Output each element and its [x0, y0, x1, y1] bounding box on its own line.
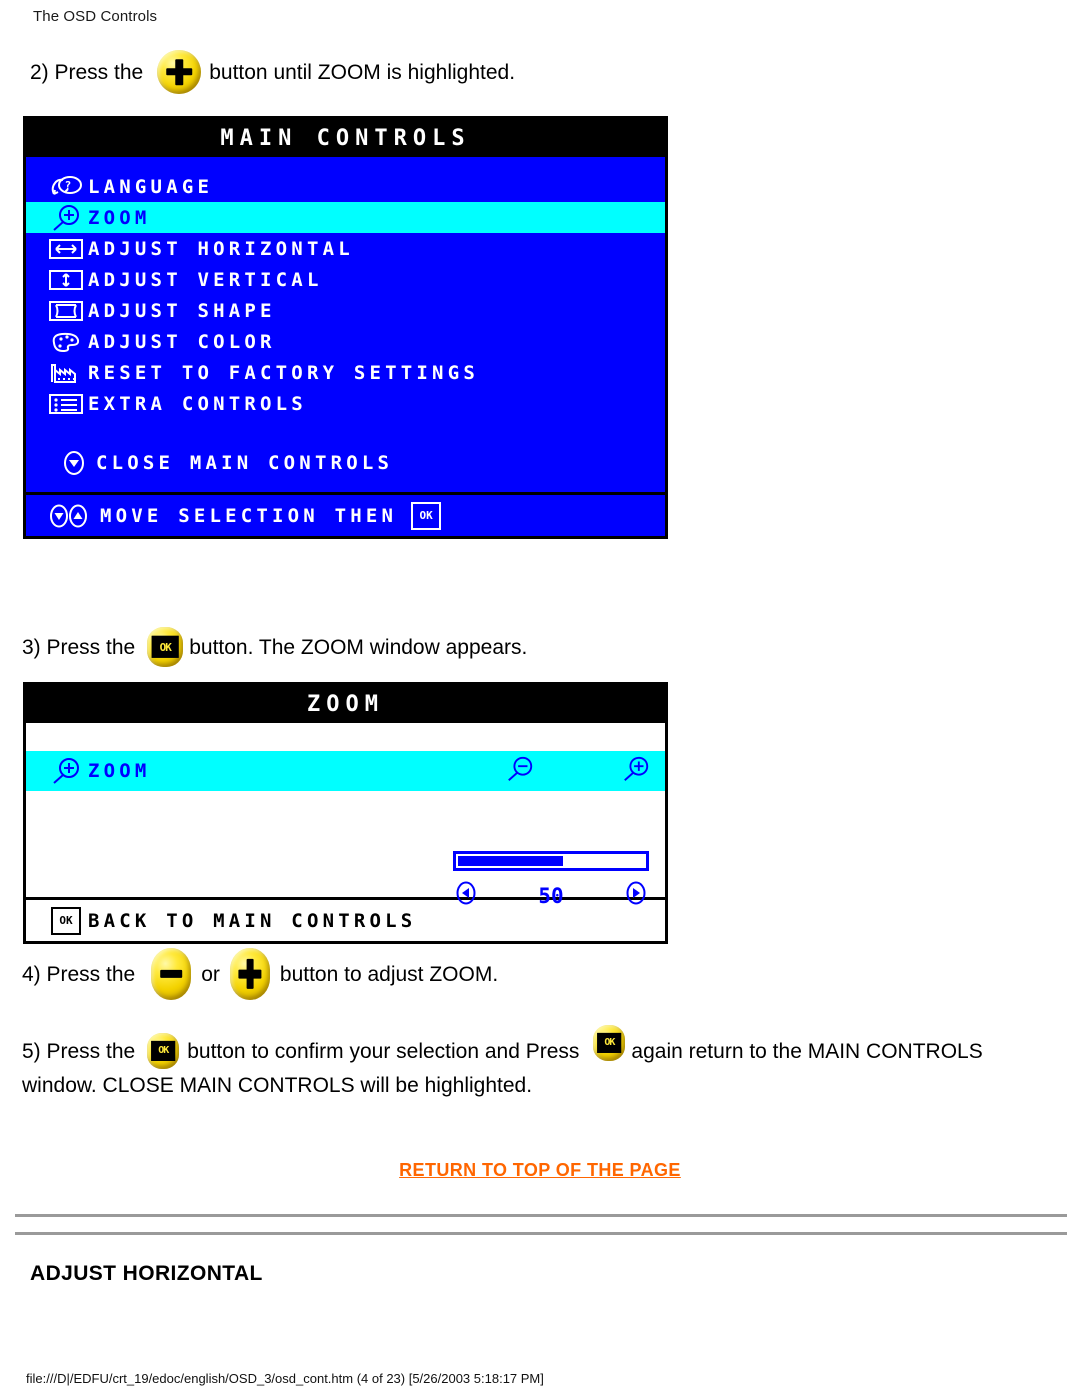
- magnifier-minus-icon[interactable]: [505, 755, 535, 788]
- page-header: The OSD Controls: [33, 8, 158, 25]
- ok-glyph: OK: [151, 635, 179, 659]
- step-2-prefix: 2) Press the: [30, 60, 144, 84]
- main-controls-osd-panel: MAIN CONTROLS ? LANGUAGE ZOOM ADJUST HOR…: [23, 116, 668, 539]
- step-5-middle: button to confirm your selection and Pre…: [187, 1039, 580, 1063]
- menu-item-reset-to-factory-settings[interactable]: RESET TO FACTORY SETTINGS: [26, 357, 665, 388]
- ok-glyph: OK: [597, 1032, 622, 1054]
- zoom-row-label: ZOOM: [88, 760, 151, 782]
- zoom-slider-values: 50: [453, 879, 649, 912]
- zoom-window-title: ZOOM: [26, 685, 665, 723]
- minus-button-icon[interactable]: [151, 948, 192, 1000]
- main-controls-title: MAIN CONTROLS: [26, 119, 665, 157]
- menu-item-extra-controls[interactable]: EXTRA CONTROLS: [26, 388, 665, 419]
- main-controls-footer-hint: MOVE SELECTION THEN OK: [26, 492, 665, 536]
- zoom-increase-arrow-icon[interactable]: [623, 879, 649, 912]
- step-3-suffix: button. The ZOOM window appears.: [189, 635, 528, 659]
- zoom-magnifier-plus-icon: [44, 204, 88, 232]
- menu-item-label: ADJUST SHAPE: [88, 299, 276, 322]
- divider-top: [15, 1214, 1067, 1217]
- menu-item-zoom[interactable]: ZOOM: [26, 202, 665, 233]
- zoom-osd-panel: ZOOM ZOOM 50 OK BACK TO MAIN CONTROLS: [23, 682, 668, 944]
- footer-hint-label: MOVE SELECTION THEN: [100, 504, 398, 527]
- main-controls-body: ? LANGUAGE ZOOM ADJUST HORIZONTAL ADJUST…: [26, 157, 665, 492]
- plus-button-icon[interactable]: [157, 50, 202, 94]
- factory-icon: [44, 361, 88, 385]
- zoom-control-row[interactable]: ZOOM: [26, 751, 665, 791]
- step-4-instruction: 4) Press the or button to adjust ZOOM.: [22, 948, 498, 1000]
- step-4-middle: or: [201, 962, 220, 986]
- step-5-suffix: again return to the MAIN CONTROLS: [631, 1039, 983, 1063]
- step-4-prefix: 4) Press the: [22, 962, 136, 986]
- zoom-magnifier-plus-icon: [44, 757, 88, 785]
- zoom-value: 50: [538, 883, 564, 908]
- ok-button-icon[interactable]: OK: [147, 1033, 180, 1069]
- step-5-line2: window. CLOSE MAIN CONTROLS will be high…: [22, 1074, 533, 1097]
- palette-icon: [44, 330, 88, 354]
- zoom-row-adjust-icons: [505, 751, 651, 791]
- menu-item-adjust-color[interactable]: ADJUST COLOR: [26, 326, 665, 357]
- plus-button-icon[interactable]: [229, 948, 270, 1000]
- ok-button-icon[interactable]: OK: [147, 627, 184, 667]
- menu-item-label: ADJUST COLOR: [88, 330, 276, 353]
- step-2-instruction: 2) Press the button until ZOOM is highli…: [30, 50, 515, 94]
- menu-item-adjust-horizontal[interactable]: ADJUST HORIZONTAL: [26, 233, 665, 264]
- step-3-instruction: 3) Press the OK button. The ZOOM window …: [22, 627, 527, 667]
- menu-item-label: ADJUST HORIZONTAL: [88, 237, 354, 260]
- page-section-heading: ADJUST HORIZONTAL: [30, 1262, 263, 1285]
- zoom-window-body: ZOOM 50: [26, 723, 665, 908]
- menu-item-label: CLOSE MAIN CONTROLS: [96, 451, 394, 474]
- ok-button-icon[interactable]: OK: [593, 1025, 626, 1061]
- menu-item-label: EXTRA CONTROLS: [88, 392, 307, 415]
- divider-bottom: [15, 1232, 1067, 1235]
- ok-badge-icon: OK: [44, 906, 88, 935]
- menu-item-adjust-shape[interactable]: ADJUST SHAPE: [26, 295, 665, 326]
- svg-text:?: ?: [65, 179, 76, 192]
- step-5-prefix: 5) Press the: [22, 1039, 136, 1063]
- zoom-footer-label: BACK TO MAIN CONTROLS: [88, 909, 417, 932]
- zoom-decrease-arrow-icon[interactable]: [453, 879, 479, 912]
- down-up-arrow-circles-icon: [44, 503, 100, 529]
- list-icon: [44, 392, 88, 416]
- language-icon: ?: [44, 174, 88, 200]
- zoom-slider-fill: [458, 856, 563, 866]
- menu-item-language[interactable]: ? LANGUAGE: [26, 171, 665, 202]
- zoom-slider-track[interactable]: [453, 851, 649, 871]
- return-to-top-link[interactable]: RETURN TO TOP OF THE PAGE: [0, 1160, 1080, 1181]
- horizontal-arrows-icon: [44, 237, 88, 261]
- footer-file-path: file:///D|/EDFU/crt_19/edoc/english/OSD_…: [26, 1371, 544, 1386]
- menu-item-label: LANGUAGE: [88, 175, 214, 198]
- ok-glyph: OK: [151, 1040, 176, 1062]
- shape-icon: [44, 299, 88, 323]
- menu-item-label: RESET TO FACTORY SETTINGS: [88, 361, 479, 384]
- down-arrow-circle-icon: [52, 450, 96, 476]
- step-3-prefix: 3) Press the: [22, 635, 136, 659]
- zoom-slider[interactable]: 50: [453, 851, 649, 912]
- magnifier-plus-icon[interactable]: [621, 755, 651, 788]
- vertical-arrows-icon: [44, 268, 88, 292]
- ok-badge-icon: OK: [411, 501, 442, 530]
- menu-item-label: ZOOM: [88, 206, 151, 229]
- step-2-suffix: button until ZOOM is highlighted.: [209, 60, 516, 84]
- menu-item-adjust-vertical[interactable]: ADJUST VERTICAL: [26, 264, 665, 295]
- step-5-instruction-line2: window. CLOSE MAIN CONTROLS will be high…: [22, 1075, 532, 1096]
- menu-item-label: ADJUST VERTICAL: [88, 268, 323, 291]
- step-5-instruction-line1: 5) Press the OK button to confirm your s…: [22, 1025, 983, 1069]
- menu-item-close-main-controls[interactable]: CLOSE MAIN CONTROLS: [26, 447, 665, 478]
- step-4-suffix: button to adjust ZOOM.: [279, 962, 499, 986]
